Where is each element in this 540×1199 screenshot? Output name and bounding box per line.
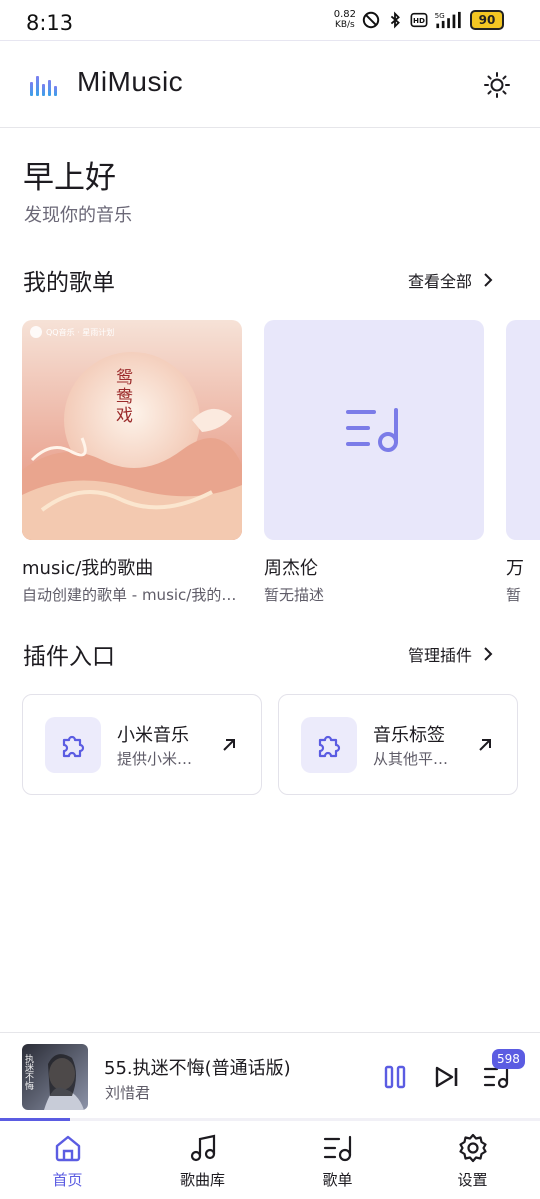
pause-icon (384, 1065, 406, 1089)
now-playing-title: 55.执迷不悔(普通话版) (104, 1058, 291, 1079)
signal-icon: 5G (435, 11, 461, 29)
status-icons: 0.82 KB/s HD 5G 90 (334, 10, 504, 30)
view-all-label: 查看全部 (408, 272, 473, 291)
nav-playlists[interactable]: 歌单 (270, 1121, 405, 1199)
sun-icon (484, 72, 510, 98)
plugin-desc: 从其他平台获取 (373, 750, 459, 768)
nav-home[interactable]: 首页 (0, 1121, 135, 1199)
plugin-desc: 提供小米音乐 (117, 750, 203, 768)
skip-next-icon (435, 1066, 458, 1088)
home-icon (55, 1135, 80, 1162)
plugin-card[interactable]: 音乐标签 从其他平台获取 (278, 694, 518, 795)
playlist-icon (346, 408, 398, 452)
playlist-desc: 自动创建的歌单 - music/我的歌曲 (22, 586, 242, 604)
do-not-disturb-icon (362, 11, 380, 29)
status-divider (0, 40, 540, 41)
hd-icon: HD (410, 12, 428, 28)
bottom-navigation: 首页 歌曲库 歌单 设置 (0, 1121, 540, 1199)
mini-player[interactable]: 执迷不悔 55.执迷不悔(普通话版) 刘惜君 598 (0, 1032, 540, 1120)
manage-plugins-label: 管理插件 (408, 646, 473, 665)
playlist-name: music/我的歌曲 (22, 558, 154, 579)
playlists-section-title: 我的歌单 (23, 270, 115, 296)
theme-toggle-button[interactable] (480, 68, 514, 102)
nav-label: 设置 (457, 1171, 488, 1189)
now-playing-artist: 刘惜君 (105, 1084, 151, 1102)
hd-label: HD (413, 16, 425, 25)
playlist-card-partial[interactable]: 万 暂 (506, 320, 540, 605)
bluetooth-icon (390, 11, 400, 29)
nav-settings[interactable]: 设置 (405, 1121, 540, 1199)
nav-label: 歌单 (322, 1171, 353, 1189)
pause-button[interactable] (380, 1062, 410, 1092)
network-type: 5G (435, 11, 445, 20)
nav-label: 歌曲库 (179, 1171, 225, 1189)
cover-song-title: 鸳鸯戏 (112, 368, 133, 425)
settings-icon (458, 1133, 487, 1163)
nav-label: 首页 (52, 1171, 83, 1189)
chevron-right-icon (484, 273, 493, 287)
playlist-desc: 暂 (506, 586, 522, 604)
playlist-cover-placeholder (506, 320, 540, 540)
arrow-up-right-icon (479, 739, 491, 751)
puzzle-icon (62, 735, 85, 758)
equalizer-logo-icon (30, 76, 57, 96)
plugin-card[interactable]: 小米音乐 提供小米音乐 (22, 694, 262, 795)
view-all-playlists-button[interactable]: 查看全部 (408, 268, 494, 292)
playlist-name: 周杰伦 (264, 558, 318, 579)
next-button[interactable] (432, 1062, 462, 1092)
nav-library[interactable]: 歌曲库 (135, 1121, 270, 1199)
status-bar: 8:13 0.82 KB/s HD 5G 90 (0, 0, 540, 44)
playlist-cover-placeholder (264, 320, 484, 540)
chevron-right-icon (484, 647, 493, 661)
playlist-icon (323, 1135, 351, 1162)
network-speed: 0.82 KB/s (333, 9, 356, 31)
plugin-name: 音乐标签 (373, 725, 445, 746)
battery-indicator: 90 (470, 10, 504, 30)
plugin-name: 小米音乐 (117, 725, 189, 746)
now-playing-album-art: 执迷不悔 (22, 1044, 88, 1110)
album-art-illustration: QQ音乐 · 星雨计划 鸳鸯戏 (22, 320, 242, 540)
playlist-card[interactable]: QQ音乐 · 星雨计划 鸳鸯戏 music/我的歌曲 自动创建的歌单 - mus… (22, 320, 242, 605)
queue-count-badge: 598 (492, 1049, 525, 1069)
playlist-name: 万 (506, 558, 524, 579)
cover-logo-text: QQ音乐 · 星雨计划 (46, 327, 114, 337)
playlist-desc: 暂无描述 (264, 586, 325, 604)
plugin-icon-box (301, 717, 357, 773)
network-speed-value: 0.82 (333, 9, 356, 20)
greeting-subtitle: 发现你的音乐 (24, 205, 132, 226)
manage-plugins-button[interactable]: 管理插件 (408, 642, 494, 666)
music-note-icon (190, 1134, 215, 1162)
arrow-up-right-icon (223, 739, 235, 751)
network-speed-unit: KB/s (334, 20, 355, 30)
plugins-section-title: 插件入口 (23, 644, 115, 670)
playlist-cover-image: QQ音乐 · 星雨计划 鸳鸯戏 (22, 320, 242, 540)
status-time: 8:13 (26, 11, 74, 35)
app-bar: MiMusic (0, 44, 540, 128)
art-text: 执迷不悔 (23, 1053, 34, 1091)
plugin-icon-box (45, 717, 101, 773)
puzzle-icon (318, 735, 341, 758)
app-title: MiMusic (77, 66, 184, 97)
greeting-title: 早上好 (23, 160, 116, 196)
playlist-card[interactable]: 周杰伦 暂无描述 (264, 320, 484, 605)
